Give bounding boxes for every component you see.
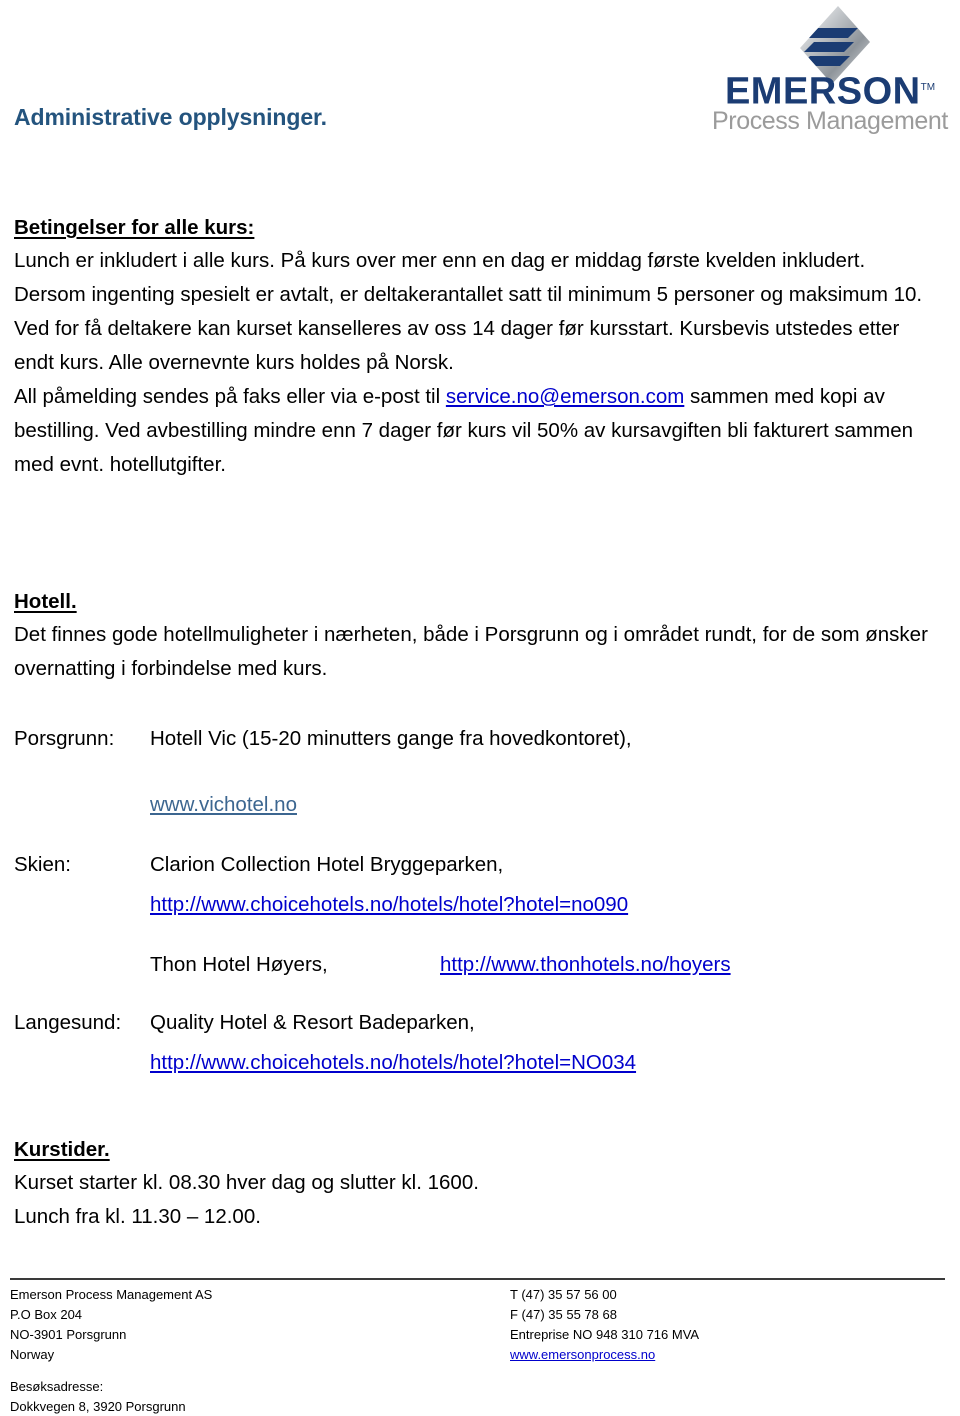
footer-country: Norway bbox=[10, 1347, 55, 1362]
terms-section: Betingelser for alle kurs: Lunch er inkl… bbox=[14, 216, 940, 482]
hotel-url-row-porsgrunn: www.vichotel.no bbox=[14, 788, 940, 822]
terms-heading: Betingelser for alle kurs: bbox=[14, 216, 255, 239]
footer-website-link[interactable]: www.emersonprocess.no bbox=[510, 1345, 940, 1365]
terms-paragraph-1: Lunch er inkludert i alle kurs. På kurs … bbox=[14, 249, 923, 374]
hotel-row-thon: Thon Hotel Høyers, http://www.thonhotels.… bbox=[14, 948, 940, 982]
logo-wordmark: EMERSONTM bbox=[700, 68, 960, 112]
hotel-name-skien: Clarion Collection Hotel Bryggeparken, bbox=[150, 853, 504, 876]
hotel-row-porsgrunn: Porsgrunn: Hotell Vic (15-20 minutters ga… bbox=[14, 722, 940, 756]
footer-company-name: Emerson Process Management AS bbox=[10, 1287, 213, 1302]
service-email-link[interactable]: service.no@emerson.com bbox=[446, 385, 684, 408]
hotel-name-thon: Thon Hotel Høyers, bbox=[150, 953, 328, 976]
footer-postal-city: NO-3901 Porsgrunn bbox=[10, 1327, 127, 1342]
logo-tagline: Process Management bbox=[712, 107, 948, 135]
hotel-row-skien: Skien: Clarion Collection Hotel Bryggepar… bbox=[14, 848, 940, 882]
emerson-logo: EMERSONTM Process Management bbox=[700, 6, 960, 136]
hotel-url-thon[interactable]: http://www.thonhotels.no/hoyers bbox=[440, 953, 731, 976]
hotel-section: Hotell. Det finnes gode hotellmuligheter… bbox=[14, 590, 940, 686]
footer-address-column: Emerson Process Management AS P.O Box 20… bbox=[10, 1285, 490, 1365]
hotel-intro-paragraph: Det finnes gode hotellmuligheter i nærhe… bbox=[14, 623, 928, 680]
footer-contact-column: T (47) 35 57 56 00 F (47) 35 55 78 68 En… bbox=[510, 1285, 940, 1365]
course-times-section: Kurstider. Kurset starter kl. 08.30 hver… bbox=[14, 1138, 940, 1234]
hotel-url-row-langesund: http://www.choicehotels.no/hotels/hotel?… bbox=[14, 1046, 940, 1080]
hotel-url-langesund[interactable]: http://www.choicehotels.no/hotels/hotel?… bbox=[150, 1051, 636, 1074]
hotel-label-skien: Skien: bbox=[14, 853, 71, 876]
footer-po-box: P.O Box 204 bbox=[10, 1307, 83, 1322]
logo-trademark: TM bbox=[920, 82, 936, 93]
page-title: Administrative opplysninger. bbox=[14, 104, 327, 130]
hotel-name-langesund: Quality Hotel & Resort Badeparken, bbox=[150, 1011, 475, 1034]
hotel-url-row-skien: http://www.choicehotels.no/hotels/hotel?… bbox=[14, 888, 940, 922]
hotel-url-porsgrunn[interactable]: www.vichotel.no bbox=[150, 793, 297, 816]
hotel-label-porsgrunn: Porsgrunn: bbox=[14, 727, 115, 750]
terms-paragraph-2: All påmelding sendes på faks eller via e… bbox=[14, 380, 940, 482]
hotel-label-langesund: Langesund: bbox=[14, 1011, 122, 1034]
hotel-url-skien[interactable]: http://www.choicehotels.no/hotels/hotel?… bbox=[150, 893, 628, 916]
hotel-name-porsgrunn: Hotell Vic (15-20 minutters gange fra ho… bbox=[150, 727, 632, 750]
footer-visit-address: Dokkvegen 8, 3920 Porsgrunn bbox=[10, 1399, 186, 1414]
footer-visit-label: Besøksadresse: bbox=[10, 1379, 104, 1394]
footer-enterprise-number: Entreprise NO 948 310 716 MVA bbox=[510, 1327, 700, 1342]
footer-divider bbox=[10, 1278, 945, 1280]
document-page: Administrative opplysninger. EMERSONTM P… bbox=[0, 0, 960, 1416]
footer-telephone: T (47) 35 57 56 00 bbox=[510, 1287, 617, 1302]
footer-visiting-address: Besøksadresse: Dokkvegen 8, 3920 Porsgru… bbox=[10, 1377, 490, 1416]
terms-paragraph-2-pre: All påmelding sendes på faks eller via e… bbox=[14, 385, 446, 408]
hotel-row-langesund: Langesund: Quality Hotel & Resort Badepar… bbox=[14, 1006, 940, 1040]
course-times-heading: Kurstider. bbox=[14, 1138, 110, 1161]
footer-fax: F (47) 35 55 78 68 bbox=[510, 1307, 617, 1322]
document-header: Administrative opplysninger. EMERSONTM P… bbox=[0, 0, 960, 160]
course-times-line-2: Lunch fra kl. 11.30 – 12.00. bbox=[14, 1205, 261, 1228]
hotel-heading: Hotell. bbox=[14, 590, 77, 613]
course-times-line-1: Kurset starter kl. 08.30 hver dag og slu… bbox=[14, 1171, 479, 1194]
